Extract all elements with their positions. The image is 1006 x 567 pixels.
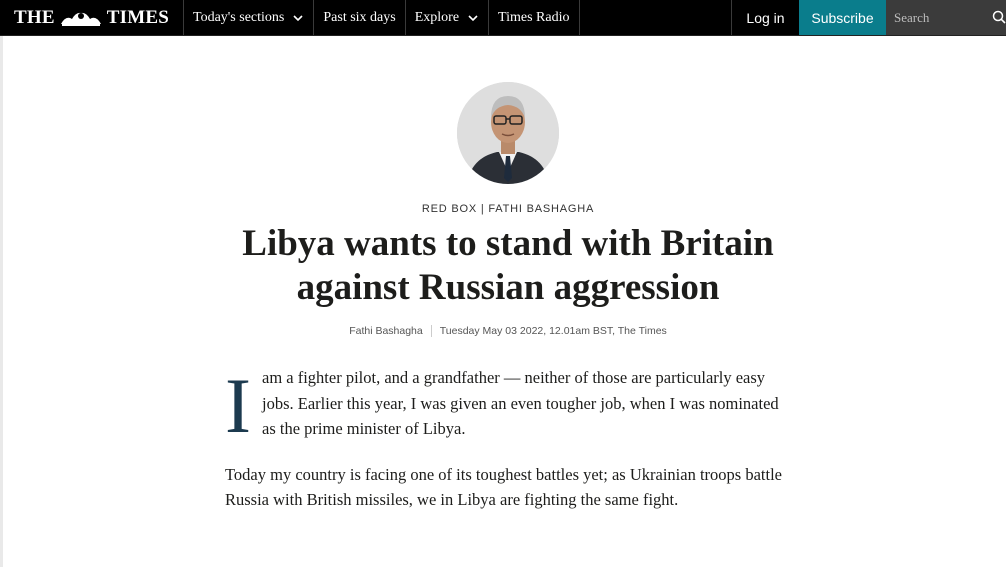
article-headline: Libya wants to stand with Britain agains… [242,223,774,308]
article-body: I am a fighter pilot, and a grandfather … [225,365,785,513]
subscribe-button[interactable]: Subscribe [799,0,886,35]
login-button[interactable]: Log in [731,0,799,35]
nav-past-six-days-label: Past six days [323,9,396,25]
author-portrait-image [457,82,559,184]
page-edge [0,36,3,567]
byline-divider [430,325,432,338]
chevron-down-icon [293,14,303,21]
nav-todays-sections[interactable]: Today's sections [184,0,315,35]
top-navigation-bar: THE TIMES Today's sections Past six days… [0,0,1006,36]
author-avatar [457,82,559,184]
masthead-times: TIMES [106,6,169,28]
paragraph-1-text: am a fighter pilot, and a grandfather — … [262,368,779,438]
subscribe-label: Subscribe [811,9,874,26]
login-label: Log in [746,9,785,26]
article-paragraph-2: Today my country is facing one of its to… [225,464,782,510]
search-icon[interactable] [992,10,1006,24]
nav-explore[interactable]: Explore [406,0,490,35]
drop-cap: I [225,362,251,449]
chevron-down-icon [468,14,478,21]
nav-past-six-days[interactable]: Past six days [314,0,406,35]
search-input[interactable] [886,6,994,29]
nav-todays-sections-label: Today's sections [193,9,285,25]
nav-times-radio[interactable]: Times Radio [489,0,580,35]
article-byline: Fathi Bashagha Tuesday May 03 2022, 12.01… [0,325,1006,338]
masthead-logo[interactable]: THE TIMES [0,0,184,35]
nav-explore-label: Explore [414,9,460,25]
search-box [886,0,1006,35]
nav-times-radio-label: Times Radio [498,9,570,25]
byline-author[interactable]: Fathi Bashagha [349,325,423,337]
masthead-the: THE [14,6,55,28]
article-kicker[interactable]: RED BOX | FATHI BASHAGHA [0,203,1006,215]
article-paragraph-1: I am a fighter pilot, and a grandfather … [225,362,785,449]
royal-crest-icon [60,12,101,26]
byline-dateline: Tuesday May 03 2022, 12.01am BST, The Ti… [439,325,667,337]
